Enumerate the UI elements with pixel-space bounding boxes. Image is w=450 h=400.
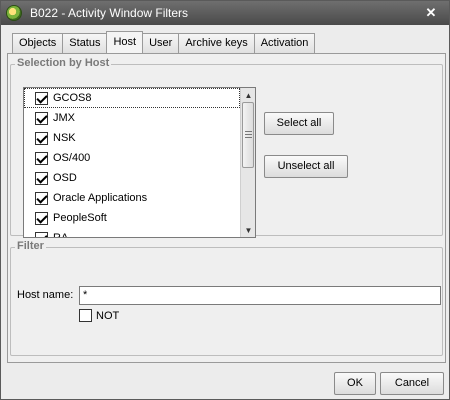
not-label: NOT bbox=[96, 309, 120, 322]
scroll-down-icon[interactable]: ▼ bbox=[241, 223, 255, 237]
tab-user[interactable]: User bbox=[142, 33, 180, 53]
host-listbox[interactable]: GCOS8 JMX NSK OS/400 OSD Oracle Applications P… bbox=[23, 87, 256, 238]
vertical-scrollbar[interactable]: ▲ ▼ bbox=[240, 88, 255, 237]
host-checkbox[interactable] bbox=[35, 211, 48, 225]
selection-by-host-group: Selection by Host GCOS8 JMX NSK OS/400 OSD Or… bbox=[10, 57, 443, 238]
host-checkbox[interactable] bbox=[35, 231, 48, 237]
unselect-all-button[interactable]: Unselect all bbox=[264, 155, 348, 178]
group-title: Filter bbox=[15, 240, 46, 252]
host-name-label: Host name: bbox=[17, 289, 74, 301]
host-tab-panel: Selection by Host GCOS8 JMX NSK OS/400 OSD Or… bbox=[7, 53, 446, 363]
list-item[interactable]: Oracle Applications bbox=[24, 188, 240, 208]
host-checkbox[interactable] bbox=[35, 171, 48, 185]
select-all-button[interactable]: Select all bbox=[264, 112, 334, 135]
host-list: GCOS8 JMX NSK OS/400 OSD Oracle Applications P… bbox=[24, 88, 240, 237]
scroll-thumb[interactable] bbox=[242, 102, 254, 168]
host-name-input[interactable]: * bbox=[79, 286, 441, 305]
title-bar[interactable]: B022 - Activity Window Filters ✕ bbox=[1, 1, 449, 25]
group-title: Selection by Host bbox=[15, 57, 112, 69]
list-item[interactable]: RA bbox=[24, 228, 240, 237]
tab-host[interactable]: Host bbox=[106, 31, 144, 53]
host-label: RA bbox=[53, 232, 68, 237]
tab-activation[interactable]: Activation bbox=[253, 33, 316, 53]
list-item[interactable]: OSD bbox=[24, 168, 240, 188]
host-label: PeopleSoft bbox=[53, 212, 107, 224]
not-option[interactable]: NOT bbox=[79, 309, 119, 322]
tab-archive-keys[interactable]: Archive keys bbox=[178, 33, 255, 53]
close-icon[interactable]: ✕ bbox=[423, 5, 439, 21]
window-title: B022 - Activity Window Filters bbox=[30, 6, 189, 20]
host-label: Oracle Applications bbox=[53, 192, 148, 204]
host-checkbox[interactable] bbox=[35, 131, 48, 145]
tab-status[interactable]: Status bbox=[62, 33, 108, 53]
tab-bar: Objects Status Host User Archive keys Ac… bbox=[12, 31, 316, 53]
filter-group: Filter Host name: * NOT bbox=[10, 240, 443, 356]
host-label: NSK bbox=[53, 132, 76, 144]
host-checkbox[interactable] bbox=[35, 111, 48, 125]
host-checkbox[interactable] bbox=[35, 151, 48, 165]
list-item[interactable]: JMX bbox=[24, 108, 240, 128]
dialog-window: B022 - Activity Window Filters ✕ Objects… bbox=[0, 0, 450, 400]
host-checkbox[interactable] bbox=[35, 91, 48, 105]
host-label: GCOS8 bbox=[53, 92, 92, 104]
cancel-button[interactable]: Cancel bbox=[380, 372, 444, 395]
host-label: OSD bbox=[53, 172, 77, 184]
not-checkbox[interactable] bbox=[79, 309, 92, 322]
app-icon bbox=[6, 5, 22, 21]
tab-objects[interactable]: Objects bbox=[12, 33, 64, 53]
list-item[interactable]: PeopleSoft bbox=[24, 208, 240, 228]
list-item[interactable]: NSK bbox=[24, 128, 240, 148]
host-label: JMX bbox=[53, 112, 75, 124]
host-label: OS/400 bbox=[53, 152, 91, 164]
list-item[interactable]: OS/400 bbox=[24, 148, 240, 168]
scroll-up-icon[interactable]: ▲ bbox=[241, 88, 255, 102]
host-checkbox[interactable] bbox=[35, 191, 48, 205]
list-item[interactable]: GCOS8 bbox=[24, 88, 240, 108]
ok-button[interactable]: OK bbox=[334, 372, 376, 395]
